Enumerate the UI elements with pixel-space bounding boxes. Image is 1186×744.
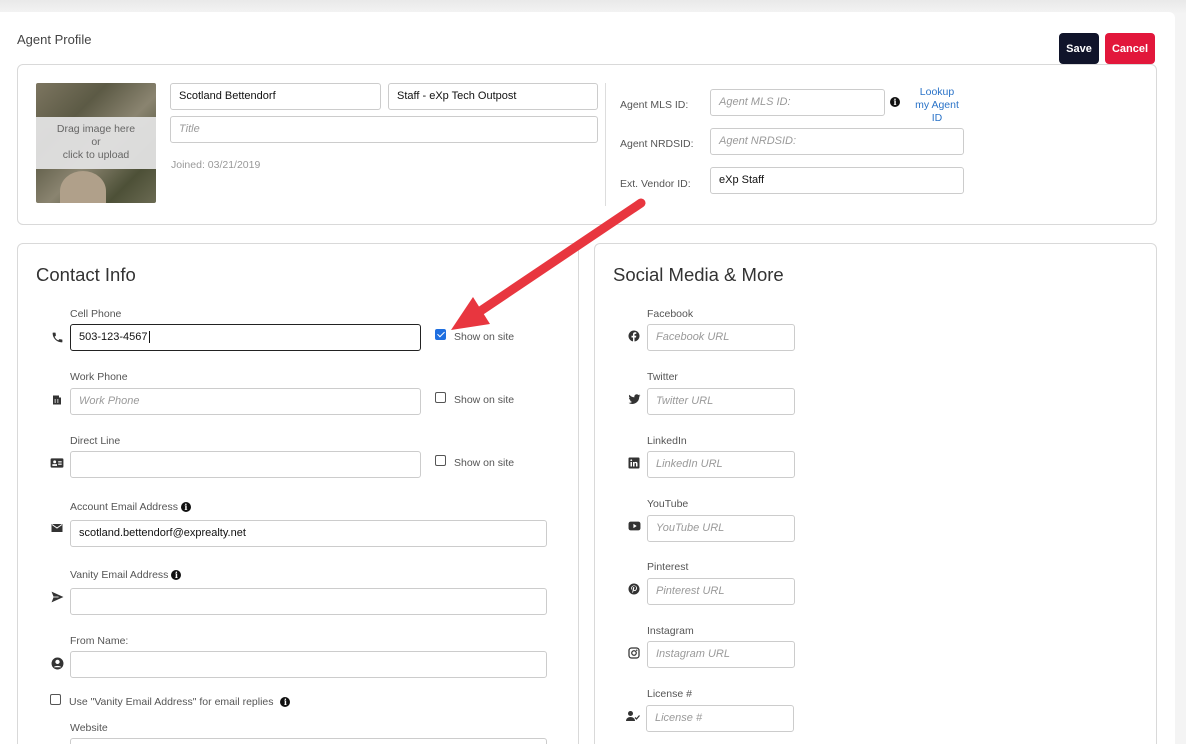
instagram-label: Instagram xyxy=(647,625,694,637)
twitter-icon xyxy=(627,392,641,406)
cell-phone-value: 503-123-4567 xyxy=(79,331,148,343)
pinterest-url-field[interactable]: Pinterest URL xyxy=(647,578,795,605)
direct-show-label: Show on site xyxy=(454,457,515,469)
pinterest-icon xyxy=(627,582,641,596)
work-show-label: Show on site xyxy=(454,394,515,406)
cell-show-checkbox[interactable] xyxy=(435,329,446,340)
user-check-icon xyxy=(626,709,640,723)
office-field[interactable]: Staff - eXp Tech Outpost xyxy=(388,83,598,110)
cell-phone-label: Cell Phone xyxy=(70,308,122,320)
save-button[interactable]: Save xyxy=(1059,33,1099,64)
vanity-email-field[interactable] xyxy=(70,588,547,615)
twitter-url-field[interactable]: Twitter URL xyxy=(647,388,795,415)
user-circle-icon xyxy=(50,656,64,670)
cancel-button[interactable]: Cancel xyxy=(1105,33,1155,64)
vanity-reply-label: Use "Vanity Email Address" for email rep… xyxy=(69,696,291,708)
phone-icon xyxy=(50,330,64,344)
direct-show-checkbox[interactable] xyxy=(435,455,446,466)
youtube-icon xyxy=(627,519,641,533)
work-phone-label: Work Phone xyxy=(70,371,128,383)
license-field[interactable]: License # xyxy=(646,705,794,732)
account-email-field[interactable]: scotland.bettendorf@exprealty.net xyxy=(70,520,547,547)
send-icon xyxy=(50,590,64,604)
instagram-icon xyxy=(627,646,641,660)
cell-phone-field[interactable]: 503-123-4567 xyxy=(70,324,421,351)
info-icon[interactable]: i xyxy=(280,697,291,708)
nrdsid-label: Agent NRDSID: xyxy=(620,138,694,150)
joined-date: Joined: 03/21/2019 xyxy=(171,159,261,171)
envelope-icon xyxy=(50,521,64,535)
lookup-line1: Lookup xyxy=(919,86,955,98)
pinterest-label: Pinterest xyxy=(647,561,689,573)
facebook-icon xyxy=(627,329,641,343)
direct-line-field[interactable] xyxy=(70,451,421,478)
contact-card-icon xyxy=(50,456,64,470)
facebook-url-field[interactable]: Facebook URL xyxy=(647,324,795,351)
upload-hint-line3: click to upload xyxy=(62,149,130,161)
social-media-title: Social Media & More xyxy=(613,264,784,285)
website-label: Website xyxy=(70,722,108,734)
account-email-label: Account Email Address i xyxy=(70,501,191,513)
mls-id-label: Agent MLS ID: xyxy=(620,99,689,111)
vendor-id-label: Ext. Vendor ID: xyxy=(620,178,691,190)
info-icon[interactable]: i xyxy=(171,570,182,581)
mls-id-field[interactable]: Agent MLS ID: xyxy=(710,89,885,116)
from-name-field[interactable] xyxy=(70,651,547,678)
vanity-reply-checkbox[interactable] xyxy=(50,694,61,705)
lookup-line2: my Agent xyxy=(915,99,959,111)
facebook-label: Facebook xyxy=(647,308,694,320)
linkedin-icon xyxy=(627,456,641,470)
vanity-email-label: Vanity Email Address i xyxy=(70,569,182,581)
from-name-label: From Name: xyxy=(70,635,129,647)
agent-name-field[interactable]: Scotland Bettendorf xyxy=(170,83,381,110)
nrdsid-field[interactable]: Agent NRDSID: xyxy=(710,128,964,155)
youtube-label: YouTube xyxy=(647,498,689,510)
fax-icon xyxy=(50,393,64,407)
work-phone-field[interactable]: Work Phone xyxy=(70,388,421,415)
youtube-url-field[interactable]: YouTube URL xyxy=(647,515,795,542)
contact-info-title: Contact Info xyxy=(36,264,136,285)
vendor-id-field[interactable]: eXp Staff xyxy=(710,167,964,194)
account-email-label-text: Account Email Address xyxy=(70,501,178,513)
lookup-agent-id-link[interactable]: Lookup my Agent ID xyxy=(907,86,967,125)
linkedin-url-field[interactable]: LinkedIn URL xyxy=(647,451,795,478)
vanity-reply-label-text: Use "Vanity Email Address" for email rep… xyxy=(69,696,274,708)
upload-hint-line1: Drag image here xyxy=(56,123,136,135)
profile-photo xyxy=(60,171,106,203)
info-icon[interactable]: i xyxy=(180,502,191,513)
twitter-label: Twitter xyxy=(647,371,678,383)
photo-upload[interactable]: Drag image here or click to upload xyxy=(36,83,156,203)
lookup-line3: ID xyxy=(931,112,943,124)
website-field[interactable] xyxy=(70,738,547,744)
direct-line-label: Direct Line xyxy=(70,435,121,447)
page-title: Agent Profile xyxy=(17,32,92,47)
divider xyxy=(605,83,606,206)
upload-hint-line2: or xyxy=(91,136,101,148)
cell-show-label: Show on site xyxy=(454,331,515,343)
instagram-url-field[interactable]: Instagram URL xyxy=(647,641,795,668)
info-icon[interactable]: i xyxy=(890,97,900,107)
vanity-email-label-text: Vanity Email Address xyxy=(70,569,169,581)
linkedin-label: LinkedIn xyxy=(647,435,687,447)
work-show-checkbox[interactable] xyxy=(435,392,446,403)
license-label: License # xyxy=(647,688,692,700)
title-field[interactable]: Title xyxy=(170,116,598,143)
upload-hint: Drag image here or click to upload xyxy=(36,117,156,169)
